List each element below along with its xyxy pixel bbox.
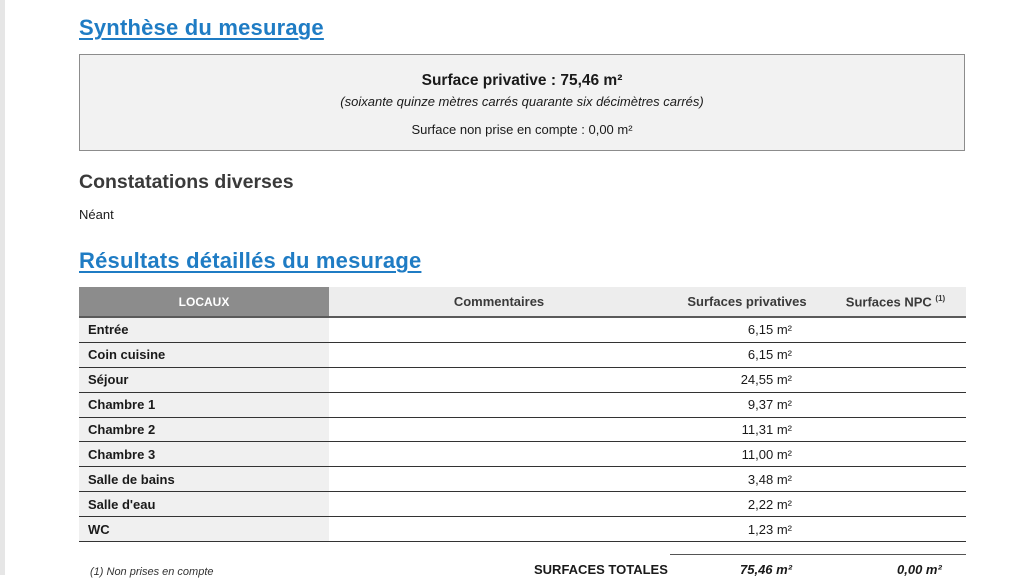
row-surface: 3,48 m² — [669, 466, 825, 493]
row-surface: 6,15 m² — [669, 317, 825, 343]
table-row: Chambre 3 11,00 m² — [79, 441, 966, 468]
row-npc — [825, 516, 966, 543]
constatations-title: Constatations diverses — [79, 171, 294, 193]
row-npc — [825, 342, 966, 368]
row-surface: 2,22 m² — [669, 491, 825, 518]
synthese-title: Synthèse du mesurage — [79, 15, 324, 40]
row-surface: 9,37 m² — [669, 392, 825, 418]
row-local: Entrée — [79, 317, 329, 343]
totals-rule — [670, 554, 966, 555]
table-row: Coin cuisine 6,15 m² — [79, 342, 966, 368]
col-surfaces-privatives: Surfaces privatives — [669, 287, 825, 318]
row-npc — [825, 317, 966, 343]
table-row: Salle de bains 3,48 m² — [79, 466, 966, 493]
row-npc — [825, 491, 966, 518]
col-commentaires: Commentaires — [329, 287, 669, 318]
col-surfaces-npc-label: Surfaces NPC — [845, 294, 932, 310]
constatations-text: Néant — [79, 207, 114, 222]
table-row: Séjour 24,55 m² — [79, 367, 966, 393]
row-local: Salle d'eau — [79, 491, 329, 518]
table-row: Chambre 1 9,37 m² — [79, 392, 966, 418]
row-local: Coin cuisine — [79, 342, 329, 368]
row-commentaire — [329, 441, 669, 468]
row-local: Chambre 3 — [79, 441, 329, 468]
surface-non-prise: Surface non prise en compte : 0,00 m² — [411, 122, 633, 137]
row-local: Séjour — [79, 367, 329, 393]
row-commentaire — [329, 466, 669, 493]
row-commentaire — [329, 516, 669, 543]
surface-words: (soixante quinze mètres carrés quarante … — [340, 94, 704, 109]
row-surface: 6,15 m² — [669, 342, 825, 368]
col-surfaces-npc: Surfaces NPC (1) — [825, 287, 966, 318]
row-local: Salle de bains — [79, 466, 329, 493]
row-npc — [825, 417, 966, 443]
row-commentaire — [329, 317, 669, 343]
footnote: (1) Non prises en compte — [90, 566, 214, 578]
page-edge — [0, 0, 5, 575]
row-npc — [825, 392, 966, 418]
table-header-row: LOCAUX Commentaires Surfaces privatives … — [79, 287, 966, 318]
table-row: WC 1,23 m² — [79, 516, 966, 543]
summary-box: Surface privative : 75,46 m² (soixante q… — [79, 54, 965, 151]
row-npc — [825, 367, 966, 393]
row-commentaire — [329, 367, 669, 393]
row-local: Chambre 2 — [79, 417, 329, 443]
results-table: LOCAUX Commentaires Surfaces privatives … — [79, 287, 966, 543]
table-row: Chambre 2 11,31 m² — [79, 417, 966, 443]
row-surface: 11,31 m² — [669, 417, 825, 443]
surface-privative: Surface privative : 75,46 m² — [421, 72, 623, 89]
row-surface: 1,23 m² — [669, 516, 825, 543]
row-commentaire — [329, 491, 669, 518]
col-locaux: LOCAUX — [79, 287, 329, 318]
row-commentaire — [329, 392, 669, 418]
row-npc — [825, 466, 966, 493]
row-commentaire — [329, 417, 669, 443]
resultats-title: Résultats détaillés du mesurage — [79, 248, 422, 273]
row-surface: 24,55 m² — [669, 367, 825, 393]
row-local: Chambre 1 — [79, 392, 329, 418]
row-commentaire — [329, 342, 669, 368]
row-local: WC — [79, 516, 329, 543]
table-row: Salle d'eau 2,22 m² — [79, 491, 966, 518]
row-npc — [825, 441, 966, 468]
table-row: Entrée 6,15 m² — [79, 317, 966, 343]
row-surface: 11,00 m² — [669, 441, 825, 468]
col-npc-note: (1) — [935, 293, 946, 303]
